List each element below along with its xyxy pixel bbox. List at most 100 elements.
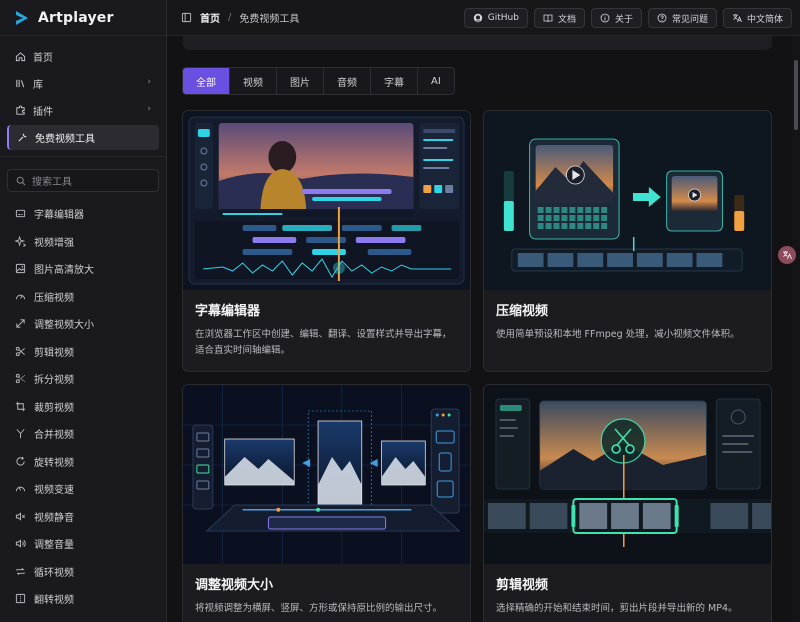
book-icon [543,14,553,23]
faq-button[interactable]: 常见问题 [647,8,717,28]
filter-tab-video[interactable]: 视频 [230,68,277,94]
breadcrumb-current: 免费视频工具 [239,14,300,25]
gauge-icon [14,290,26,302]
card-thumbnail [183,385,470,564]
resize-video-illustration [183,385,470,564]
category-filter-tabs: 全部 视频 图片 音频 字幕 AI [182,67,455,95]
tool-item-video-speed[interactable]: 视频变速 [7,475,159,503]
tool-item-loop-video[interactable]: 循环视频 [7,558,159,586]
github-button[interactable]: GitHub [463,8,528,28]
main-scrollbar[interactable] [792,36,800,622]
card-description: 将视频调整为横屏、竖屏、方形或保持原比例的输出尺寸。 [195,603,443,614]
tool-item-label: 视频变速 [34,485,74,497]
loop-icon [14,565,26,577]
speed-icon [14,483,26,495]
tool-card-trim-video[interactable]: 剪辑视频 选择精确的开始和结束时间，剪出片段并导出新的 MP4。 [483,384,772,622]
tool-card-grid: 字幕编辑器 在浏览器工作区中创建、编辑、翻译、设置样式并导出字幕，适合直实时间轴… [182,110,773,622]
github-label: GitHub [487,13,519,23]
tool-item-label: 压缩视频 [34,292,74,304]
about-button[interactable]: 关于 [590,8,642,28]
tool-item-label: 剪辑视频 [34,347,74,359]
tool-item-label: 循环视频 [34,567,74,579]
tool-item-split-video[interactable]: 拆分视频 [7,365,159,393]
top-header: 首页 / 免费视频工具 GitHub 文档 关于 常见问题 中文简体 [167,0,800,36]
tool-item-label: 视频增强 [34,237,74,249]
tool-item-video-enhance[interactable]: 视频增强 [7,228,159,256]
tool-item-label: 旋转视频 [34,457,74,469]
docs-button[interactable]: 文档 [533,8,585,28]
card-thumbnail [484,385,771,564]
filter-tab-audio[interactable]: 音频 [324,68,371,94]
sidebar-toggle-icon[interactable] [181,12,192,23]
card-body: 压缩视频 使用简单预设和本地 FFmpeg 处理，减小视频文件体积。 [484,290,771,353]
top-banner-strip [183,36,772,50]
app-name: Artplayer [38,9,114,26]
tool-item-resize-video[interactable]: 调整视频大小 [7,310,159,338]
card-title: 剪辑视频 [496,578,549,593]
crop-icon [14,400,26,412]
tool-item-subtitle-editor[interactable]: 字幕编辑器 [7,200,159,228]
sidebar-item-plugins[interactable]: 插件 › [7,98,159,123]
language-label: 中文简体 [746,14,783,25]
tool-item-flip-video[interactable]: 翻转视频 [7,585,159,613]
scrollbar-thumb[interactable] [794,60,798,130]
tool-item-label: 图片高清放大 [34,265,94,277]
sidebar-item-label: 首页 [33,53,53,64]
chevron-right-icon: › [147,77,151,87]
sidebar-divider [0,156,166,157]
tool-item-label: 翻转视频 [34,595,74,607]
subtitle-editor-illustration [183,111,470,290]
tool-item-crop-video[interactable]: 裁剪视频 [7,393,159,421]
tool-card-compress-video[interactable]: 压缩视频 使用简单预设和本地 FFmpeg 处理，减小视频文件体积。 [483,110,772,372]
trim-video-illustration [484,385,771,564]
breadcrumb-home[interactable]: 首页 [200,10,220,25]
subtitle-icon [14,208,26,220]
tool-list: 字幕编辑器 视频增强 图片高清放大 压缩视频 调整视频大小 剪辑视频 拆分视频 … [0,200,166,613]
header-buttons: GitHub 文档 关于 常见问题 中文简体 [463,8,792,28]
floating-translate-button[interactable] [778,246,796,264]
language-button[interactable]: 中文简体 [722,8,792,28]
tool-item-compress-video[interactable]: 压缩视频 [7,283,159,311]
filter-tab-all[interactable]: 全部 [183,68,230,94]
image-icon [14,263,26,275]
sidebar-item-home[interactable]: 首页 [7,44,159,69]
sparkle-icon [14,235,26,247]
chevron-right-icon: › [147,104,151,114]
split-icon [14,373,26,385]
scissors-icon [14,345,26,357]
tool-item-label: 合并视频 [34,430,74,442]
resize-icon [14,318,26,330]
tool-card-subtitle-editor[interactable]: 字幕编辑器 在浏览器工作区中创建、编辑、翻译、设置样式并导出字幕，适合直实时间轴… [182,110,471,372]
tool-item-label: 字幕编辑器 [34,210,84,222]
card-title: 字幕编辑器 [195,304,261,319]
tool-card-resize-video[interactable]: 调整视频大小 将视频调整为横屏、竖屏、方形或保持原比例的输出尺寸。 [182,384,471,622]
tool-item-image-upscale[interactable]: 图片高清放大 [7,255,159,283]
artplayer-logo-icon [16,10,28,25]
tool-item-rotate-video[interactable]: 旋转视频 [7,448,159,476]
tool-item-merge-video[interactable]: 合并视频 [7,420,159,448]
filter-tab-ai[interactable]: AI [418,68,454,94]
search-icon [16,176,26,185]
github-icon [473,13,482,23]
filter-tab-subtitle[interactable]: 字幕 [371,68,418,94]
logo[interactable]: Artplayer [0,0,166,36]
tool-item-label: 拆分视频 [34,375,74,387]
tool-item-label: 裁剪视频 [34,402,74,414]
sidebar-item-free-video-tools[interactable]: 免费视频工具 [7,125,159,150]
merge-icon [14,428,26,440]
sidebar-item-library[interactable]: 库 › [7,71,159,96]
volume-icon [14,538,26,550]
tool-item-mute-video[interactable]: 视频静音 [7,503,159,531]
app-root: Artplayer 首页 库 › 插件 › 免费视频工具 搜索工具 字幕编辑器 … [0,0,800,622]
tool-item-adjust-volume[interactable]: 调整音量 [7,530,159,558]
tool-search-input[interactable]: 搜索工具 [7,169,159,192]
home-icon [14,51,26,63]
card-thumbnail [183,111,470,290]
sidebar-item-label: 免费视频工具 [35,134,95,145]
card-body: 剪辑视频 选择精确的开始和结束时间，剪出片段并导出新的 MP4。 [484,564,771,622]
tool-item-trim-video[interactable]: 剪辑视频 [7,338,159,366]
tool-item-label: 调整视频大小 [34,320,94,332]
breadcrumb: 首页 / 免费视频工具 [167,10,299,25]
faq-label: 常见问题 [671,14,708,25]
filter-tab-image[interactable]: 图片 [277,68,324,94]
